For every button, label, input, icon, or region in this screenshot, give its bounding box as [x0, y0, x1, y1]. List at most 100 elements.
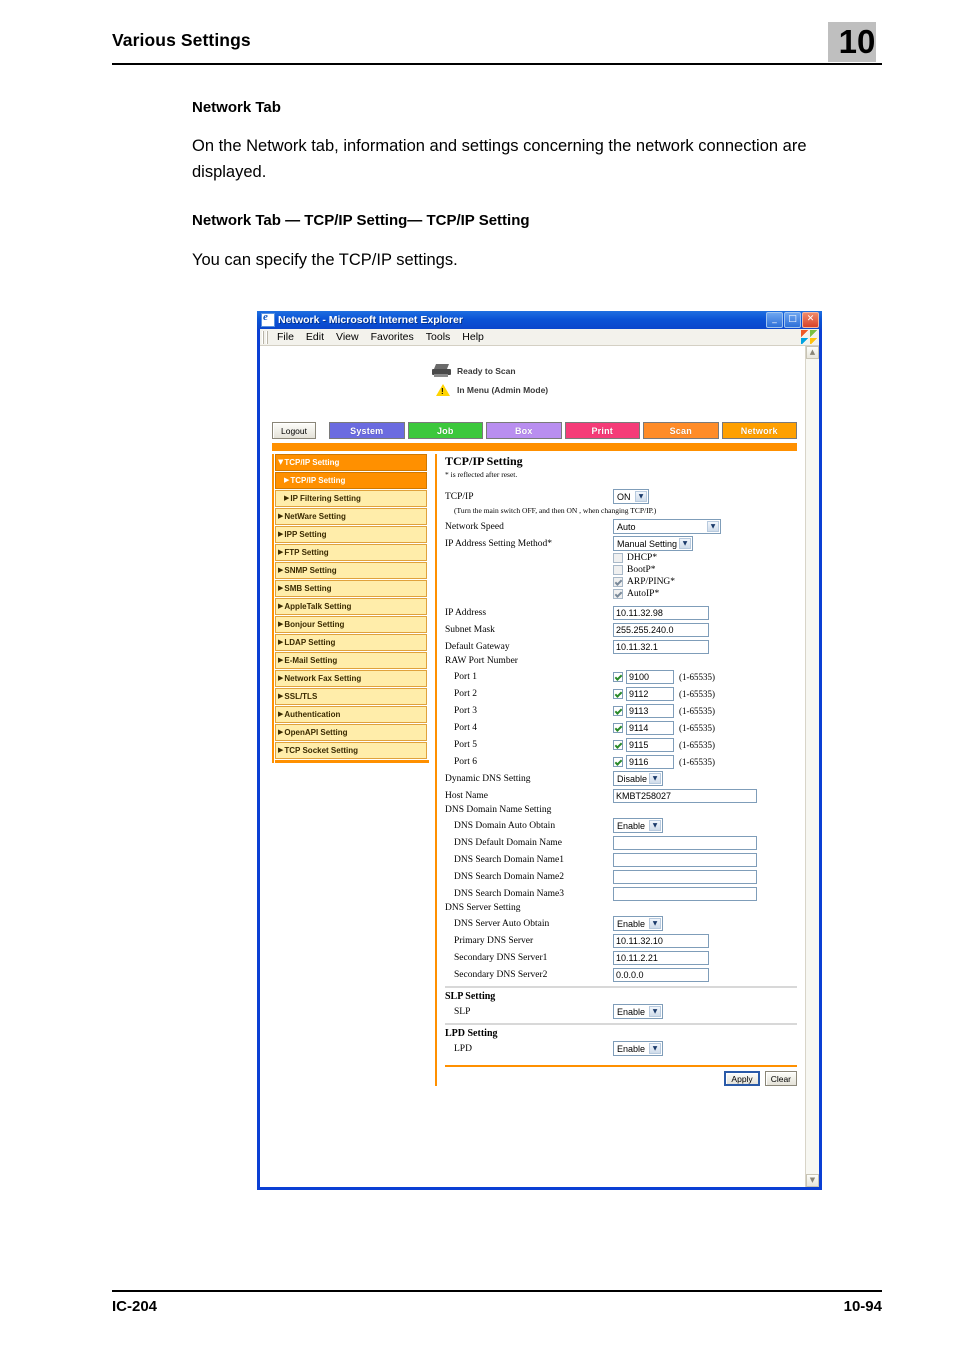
- chevron-right-icon: ▶: [278, 566, 284, 574]
- checkbox-port-4[interactable]: [613, 722, 623, 733]
- tab-print[interactable]: Print: [564, 422, 640, 439]
- vertical-scrollbar[interactable]: ▲ ▼: [805, 346, 819, 1187]
- tab-scan[interactable]: Scan: [643, 422, 719, 439]
- sidebar-item-appletalk-setting[interactable]: ▶ AppleTalk Setting: [275, 598, 427, 615]
- sidebar-item-label: TCP/IP Setting: [290, 476, 346, 485]
- label-lpd: LPD: [454, 1043, 472, 1054]
- select-slp[interactable]: Enable ▼: [613, 1004, 663, 1019]
- sidebar-item-tcpip-setting[interactable]: ▶ TCP/IP Setting: [275, 472, 427, 489]
- input-port-5[interactable]: 9115: [626, 737, 674, 752]
- input-secondary-dns-2[interactable]: 0.0.0.0: [613, 967, 709, 982]
- input-subnet-mask[interactable]: 255.255.240.0: [613, 622, 709, 637]
- tab-network[interactable]: Network: [721, 422, 797, 439]
- minimize-button[interactable]: _: [766, 312, 783, 328]
- input-dns-search-2[interactable]: [613, 869, 757, 884]
- field-row-port-1: Port 1 9100 (1-65535): [445, 669, 797, 684]
- field-row-secondary-dns-1: Secondary DNS Server1 10.11.2.21: [445, 950, 797, 965]
- scroll-up-button[interactable]: ▲: [806, 346, 819, 359]
- range-hint-port-4: (1-65535): [679, 722, 715, 733]
- sidebar-item-smb-setting[interactable]: ▶ SMB Setting: [275, 580, 427, 597]
- label-slp-section: SLP Setting: [445, 991, 496, 1002]
- content-title: TCP/IP Setting: [445, 454, 523, 468]
- checkbox-port-6[interactable]: [613, 756, 623, 767]
- browser-title-text: Network - Microsoft Internet Explorer: [278, 314, 463, 326]
- input-port-4[interactable]: 9114: [626, 720, 674, 735]
- select-dns-server-auto[interactable]: Enable ▼: [613, 916, 663, 931]
- sidebar-item-ip-filtering-setting[interactable]: ▶ IP Filtering Setting: [275, 490, 427, 507]
- input-primary-dns[interactable]: 10.11.32.10: [613, 933, 709, 948]
- sidebar-item-tcp-socket-setting[interactable]: ▶ TCP Socket Setting: [275, 742, 427, 759]
- input-port-1[interactable]: 9100: [626, 669, 674, 684]
- checkbox-dhcp[interactable]: [613, 553, 623, 563]
- sidebar-item-authentication[interactable]: ▶ Authentication: [275, 706, 427, 723]
- sidebar-item-label: Network Fax Setting: [284, 674, 362, 683]
- select-tcpip[interactable]: ON ▼: [613, 489, 649, 504]
- input-ip-address[interactable]: 10.11.32.98: [613, 605, 709, 620]
- checkbox-bootp[interactable]: [613, 565, 623, 575]
- label-port-2: Port 2: [454, 688, 477, 699]
- input-dns-search-3[interactable]: [613, 886, 757, 901]
- close-button[interactable]: ✕: [802, 312, 819, 328]
- tab-job[interactable]: Job: [407, 422, 483, 439]
- sidebar-item-netware-setting[interactable]: ▶ NetWare Setting: [275, 508, 427, 525]
- menu-item-file[interactable]: File: [271, 331, 300, 343]
- field-row-lpd: LPD Enable ▼: [445, 1041, 797, 1056]
- chevron-right-icon: ▶: [278, 530, 284, 538]
- input-port-3[interactable]: 9113: [626, 703, 674, 718]
- label-port-3: Port 3: [454, 705, 477, 716]
- checkbox-port-2[interactable]: [613, 688, 623, 699]
- tab-system[interactable]: System: [329, 422, 405, 439]
- manual-page: Various Settings 10 Network Tab On the N…: [0, 0, 954, 1352]
- input-secondary-dns-1[interactable]: 10.11.2.21: [613, 950, 709, 965]
- checkbox-port-5[interactable]: [613, 739, 623, 750]
- input-default-gateway[interactable]: 10.11.32.1: [613, 639, 709, 654]
- clear-button[interactable]: Clear: [764, 1071, 797, 1086]
- checkbox-port-3[interactable]: [613, 705, 623, 716]
- browser-title-bar[interactable]: Network - Microsoft Internet Explorer _ …: [257, 311, 822, 329]
- select-ip-method[interactable]: Manual Setting ▼: [613, 536, 693, 551]
- chevron-right-icon: ▶: [278, 656, 284, 664]
- menu-item-view[interactable]: View: [330, 331, 365, 343]
- tab-box[interactable]: Box: [486, 422, 562, 439]
- label-default-gateway: Default Gateway: [445, 641, 510, 652]
- top-navigation-tabs: Logout System Job Box Print Scan Network: [272, 422, 797, 439]
- menu-grip-handle[interactable]: [262, 330, 268, 344]
- sidebar-menu: ▼ TCP/IP Setting ▶ TCP/IP Setting ▶ IP Filt…: [272, 454, 429, 763]
- select-lpd[interactable]: Enable ▼: [613, 1041, 663, 1056]
- input-dns-search-1[interactable]: [613, 852, 757, 867]
- sidebar-item-email-setting[interactable]: ▶ E-Mail Setting: [275, 652, 427, 669]
- sidebar-item-snmp-setting[interactable]: ▶ SNMP Setting: [275, 562, 427, 579]
- field-row-host-name: Host Name KMBT258027: [445, 788, 797, 803]
- input-port-2[interactable]: 9112: [626, 686, 674, 701]
- label-dns-search-2: DNS Search Domain Name2: [454, 871, 565, 882]
- sidebar-item-openapi-setting[interactable]: ▶ OpenAPI Setting: [275, 724, 427, 741]
- menu-item-edit[interactable]: Edit: [300, 331, 330, 343]
- input-port-6[interactable]: 9116: [626, 754, 674, 769]
- sidebar-item-ldap-setting[interactable]: ▶ LDAP Setting: [275, 634, 427, 651]
- select-dynamic-dns[interactable]: Disable ▼: [613, 771, 663, 786]
- checkbox-port-1[interactable]: [613, 671, 623, 682]
- logout-button[interactable]: Logout: [272, 422, 316, 439]
- sidebar-item-ipp-setting[interactable]: ▶ IPP Setting: [275, 526, 427, 543]
- sidebar-item-network-fax-setting[interactable]: ▶ Network Fax Setting: [275, 670, 427, 687]
- checkbox-arp-ping[interactable]: [613, 577, 623, 587]
- apply-button[interactable]: Apply: [724, 1071, 760, 1086]
- maximize-button[interactable]: □: [784, 312, 801, 328]
- select-network-speed[interactable]: Auto ▼: [613, 519, 721, 534]
- sidebar-item-bonjour-setting[interactable]: ▶ Bonjour Setting: [275, 616, 427, 633]
- sidebar-group-tcpip-setting[interactable]: ▼ TCP/IP Setting: [275, 454, 427, 471]
- sidebar-item-ftp-setting[interactable]: ▶ FTP Setting: [275, 544, 427, 561]
- menu-item-help[interactable]: Help: [456, 331, 490, 343]
- sidebar-item-label: SSL/TLS: [284, 692, 318, 701]
- checkbox-autoip[interactable]: [613, 589, 623, 599]
- input-host-name[interactable]: KMBT258027: [613, 788, 757, 803]
- range-hint-port-1: (1-65535): [679, 671, 715, 682]
- menu-item-tools[interactable]: Tools: [420, 331, 457, 343]
- hint-tcpip-restart: (Turn the main switch OFF, and then ON ,…: [454, 506, 657, 515]
- sidebar-item-ssl-tls[interactable]: ▶ SSL/TLS: [275, 688, 427, 705]
- scroll-down-button[interactable]: ▼: [806, 1174, 819, 1187]
- input-dns-default-domain[interactable]: [613, 835, 757, 850]
- select-dns-domain-auto[interactable]: Enable ▼: [613, 818, 663, 833]
- sidebar-item-label: TCP/IP Setting: [284, 458, 340, 467]
- menu-item-favorites[interactable]: Favorites: [365, 331, 420, 343]
